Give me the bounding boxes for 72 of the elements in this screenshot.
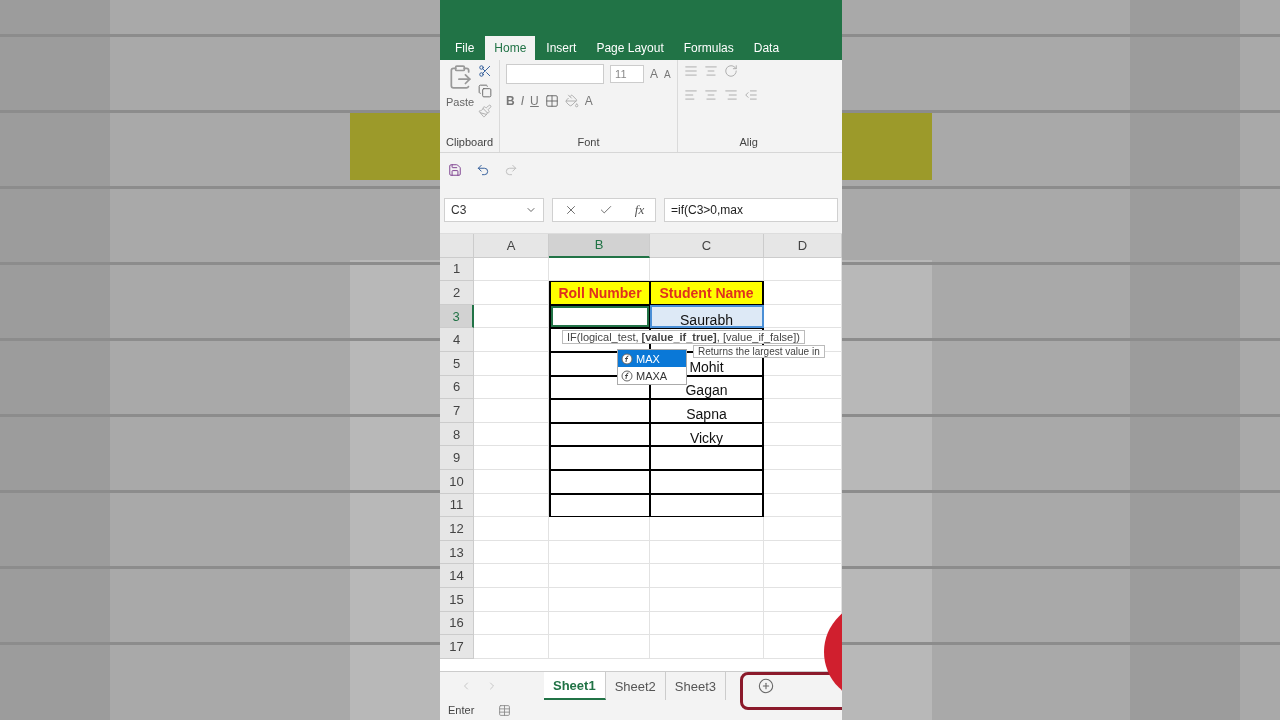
style-button[interactable]: U	[530, 94, 539, 108]
style-button[interactable]: I	[520, 94, 525, 108]
border-icon[interactable]	[544, 94, 559, 108]
row-header[interactable]: 13	[440, 540, 474, 565]
column-header[interactable]: A	[474, 234, 549, 258]
align-center-icon[interactable]	[703, 88, 718, 102]
table-cell: Student Name	[650, 281, 764, 305]
group-label: Clipboard	[446, 136, 494, 150]
grow-font-button[interactable]: A	[650, 67, 659, 81]
enter-icon[interactable]	[599, 203, 614, 217]
cut-icon[interactable]	[478, 64, 493, 78]
row-header[interactable]: 16	[440, 611, 474, 636]
ribbon-tab[interactable]: Page Layout	[587, 36, 673, 60]
format-painter-icon[interactable]	[478, 104, 493, 118]
align-right-icon[interactable]	[723, 88, 738, 102]
indent-icon[interactable]	[743, 88, 758, 102]
align-left-icon[interactable]	[683, 88, 698, 102]
group-label: Font	[576, 136, 601, 150]
row-header[interactable]: 15	[440, 587, 474, 612]
function-tooltip: IF(logical_test, [value_if_true], [value_if_false])	[562, 330, 805, 344]
fill-color-icon[interactable]	[564, 94, 579, 108]
align-top-icon[interactable]	[683, 64, 698, 78]
ribbon-tab[interactable]: Data	[744, 36, 789, 60]
column-header[interactable]: C	[650, 234, 764, 258]
row-header[interactable]: 3	[440, 304, 474, 329]
ribbon-tab[interactable]: File	[446, 36, 484, 60]
column-header[interactable]: B	[549, 234, 650, 258]
name-box[interactable]: C3	[444, 198, 544, 222]
font-size-field[interactable]: 11	[610, 65, 645, 83]
ribbon-tab[interactable]: Insert	[537, 36, 586, 60]
row-header[interactable]: 14	[440, 564, 474, 588]
font-field[interactable]	[506, 64, 605, 84]
table-cell: Sapna	[650, 399, 764, 423]
ribbon-tab[interactable]: Home	[485, 36, 536, 60]
row-header[interactable]: 9	[440, 446, 474, 470]
row-header[interactable]: 12	[440, 517, 474, 541]
align-middle-icon[interactable]	[703, 64, 718, 78]
function-hint: Returns the largest value in	[693, 345, 825, 358]
save-icon[interactable]	[448, 163, 462, 177]
function-icon	[621, 352, 633, 365]
orientation-icon[interactable]	[723, 64, 738, 78]
row-header[interactable]: 11	[440, 493, 474, 518]
undo-icon[interactable]	[476, 163, 490, 177]
row-header[interactable]: 2	[440, 281, 474, 305]
copy-icon[interactable]	[478, 84, 493, 98]
select-all-corner[interactable]	[440, 234, 474, 258]
column-header[interactable]: D	[764, 234, 842, 258]
row-header[interactable]: 10	[440, 469, 474, 494]
status-text: Enter	[448, 704, 475, 716]
style-button[interactable]: B	[506, 94, 515, 108]
redo-icon[interactable]	[504, 163, 518, 177]
ribbon-tab[interactable]: Formulas	[674, 36, 743, 60]
formula-field[interactable]: =if(C3>0,max	[664, 198, 838, 222]
group-label: Alig	[738, 136, 758, 150]
row-header[interactable]: 1	[440, 257, 474, 282]
paste-label[interactable]: Paste	[446, 96, 475, 108]
add-sheet-icon[interactable]	[758, 678, 775, 694]
sheet-tab[interactable]: Sheet1	[544, 672, 606, 700]
function-icon	[621, 369, 633, 382]
row-header[interactable]: 4	[440, 328, 474, 352]
font-color-button[interactable]: A	[584, 94, 593, 108]
table-cell: Vicky	[650, 422, 764, 447]
row-header[interactable]: 8	[440, 422, 474, 447]
insert-function-button[interactable]: fx	[634, 202, 645, 218]
row-header[interactable]: 7	[440, 399, 474, 423]
row-header[interactable]: 5	[440, 351, 474, 376]
shrink-font-button[interactable]: A	[664, 68, 671, 80]
table-cell: Roll Number	[549, 281, 650, 305]
row-header[interactable]: 17	[440, 635, 474, 659]
row-header[interactable]: 6	[440, 375, 474, 400]
autocomplete-item[interactable]: MAX	[618, 350, 686, 367]
table-cell: Saurabh	[650, 304, 764, 329]
